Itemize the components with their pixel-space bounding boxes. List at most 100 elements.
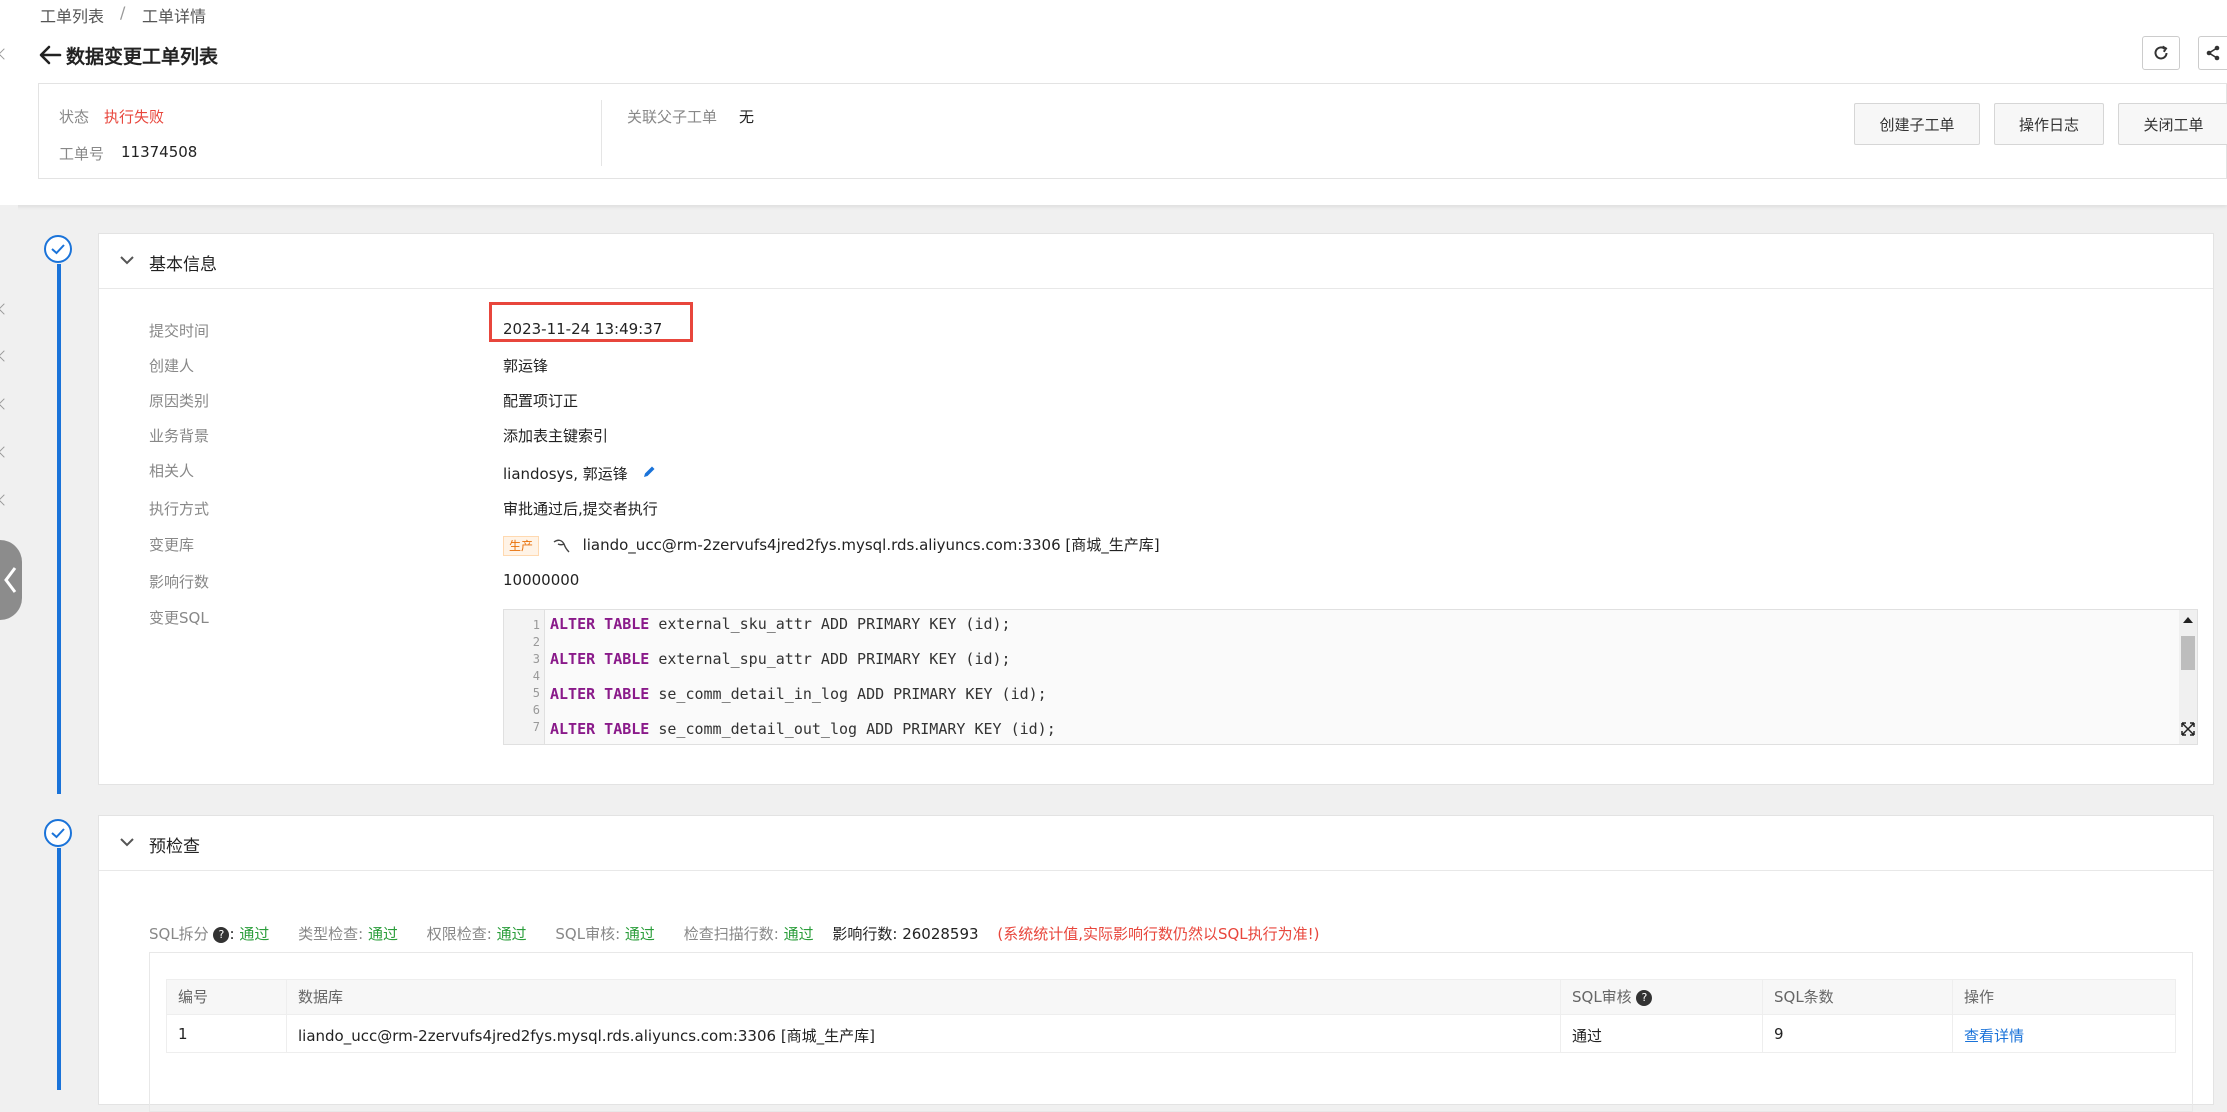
ticket-number-label: 工单号	[59, 145, 105, 163]
back-arrow-icon[interactable]	[38, 44, 62, 66]
creator-label: 创建人	[149, 357, 195, 375]
dolphin-db-icon	[553, 539, 570, 552]
expand-icon[interactable]	[2179, 720, 2197, 738]
page-header: 工单列表 / 工单详情 数据变更工单列表 状态 执行失败 工单号 1137450…	[0, 0, 2227, 205]
sql-keyword: ALTER TABLE	[550, 685, 650, 703]
breadcrumb-separator: /	[120, 3, 126, 22]
permission-check: 权限检查: 通过	[427, 925, 532, 943]
sql-review-value: 通过	[624, 925, 655, 943]
sql-text: external_sku_attr ADD PRIMARY KEY (id);	[649, 615, 1011, 633]
chevron-left-icon	[4, 567, 17, 593]
refresh-button[interactable]	[2142, 36, 2180, 70]
line-number: 5	[532, 686, 540, 700]
ticket-number-value: 11374508	[121, 143, 198, 161]
basic-info-title: 基本信息	[149, 255, 217, 275]
line-number: 4	[532, 669, 540, 683]
help-icon[interactable]: ?	[1636, 989, 1653, 1006]
operation-log-button[interactable]: 操作日志	[1994, 103, 2104, 145]
chevron-down-icon[interactable]	[119, 254, 135, 266]
refresh-icon	[2154, 45, 2168, 60]
permission-check-label: 权限检查:	[426, 925, 492, 943]
column-divider	[1762, 979, 1763, 1053]
col-header-num: 编号	[178, 988, 209, 1006]
related-people-value: liandosys, 郭运锋	[503, 463, 657, 484]
basic-info-header[interactable]: 基本信息	[99, 234, 2213, 289]
sql-split-value: 通过	[239, 925, 270, 943]
ticket-summary: 状态 执行失败 工单号 11374508 关联父子工单 无 创建子工单 操作日志…	[38, 83, 2227, 179]
sql-line: ALTER TABLE se_comm_detail_in_log ADD PR…	[550, 685, 1047, 703]
submit-time-value: 2023-11-24 13:49:37	[503, 320, 663, 338]
col-header-review: SQL审核 ?	[1572, 986, 1653, 1007]
line-number: 7	[532, 720, 540, 734]
precheck-summary-row: SQL拆分 ?: 通过 类型检查: 通过 权限检查: 通过 SQL审核: 通过 …	[149, 923, 1320, 944]
sidebar-toggle-tab[interactable]	[0, 540, 22, 620]
sql-split-label: SQL拆分	[149, 925, 209, 943]
breadcrumb-ticket-list[interactable]: 工单列表	[40, 3, 104, 27]
affect-rows-label: 影响行数:	[832, 925, 898, 943]
affected-rows-value: 10000000	[503, 571, 580, 589]
code-scrollbar[interactable]	[2179, 610, 2197, 744]
cell-num: 1	[178, 1025, 188, 1043]
precheck-table-container: 编号 数据库 SQL审核 ? SQL条数 操作 1 liando_ucc@rm-…	[149, 952, 2193, 1112]
create-child-ticket-button[interactable]: 创建子工单	[1854, 103, 1980, 145]
type-check: 类型检查: 通过	[298, 925, 403, 943]
status-label: 状态	[59, 108, 90, 126]
affected-rows-label: 影响行数	[149, 573, 210, 591]
creator-value: 郭运锋	[503, 357, 549, 375]
cell-review: 通过	[1572, 1027, 1603, 1045]
col-header-op: 操作	[1964, 988, 1995, 1006]
line-number: 1	[532, 618, 540, 632]
sql-code-editor[interactable]: 1 2 3 4 5 6 7 ALTER TABLE external_sku_a…	[503, 609, 2198, 745]
sql-text: external_spu_attr ADD PRIMARY KEY (id);	[649, 650, 1011, 668]
affect-rows-note: (系统统计值,实际影响行数仍然以SQL执行为准!)	[997, 925, 1320, 943]
change-sql-label: 变更SQL	[149, 609, 209, 627]
db-connection-text: liando_ucc@rm-2zervufs4jred2fys.mysql.rd…	[582, 536, 1160, 554]
basic-info-card: 基本信息 提交时间 2023-11-24 13:49:37 创建人 郭运锋 原因…	[98, 233, 2214, 785]
cell-count: 9	[1774, 1025, 1784, 1043]
help-icon[interactable]: ?	[213, 926, 230, 943]
sql-review-label: SQL审核:	[555, 925, 621, 943]
chevron-down-icon[interactable]	[119, 836, 135, 848]
sql-line: ALTER TABLE external_sku_attr ADD PRIMAR…	[550, 615, 1011, 633]
submit-time-label: 提交时间	[149, 322, 210, 340]
edit-pencil-icon[interactable]	[641, 464, 657, 480]
scroll-up-icon[interactable]	[2179, 613, 2197, 627]
sql-line: ALTER TABLE external_spu_attr ADD PRIMAR…	[550, 650, 1011, 668]
db-value-row: 生产 liando_ucc@rm-2zervufs4jred2fys.mysql…	[503, 534, 1160, 556]
affect-rows-value: 26028593	[902, 925, 979, 943]
sql-split-check: SQL拆分 ?: 通过	[149, 925, 270, 943]
affect-rows-info: 影响行数: 26028593	[832, 925, 983, 943]
reason-label: 原因类别	[149, 392, 210, 410]
step-complete-icon	[44, 235, 72, 263]
share-icon	[2206, 45, 2220, 61]
precheck-header[interactable]: 预检查	[99, 816, 2213, 871]
precheck-card: 预检查 SQL拆分 ?: 通过 类型检查: 通过 权限检查: 通过 SQL审核:…	[98, 815, 2214, 1112]
scan-rows-label: 检查扫描行数:	[683, 925, 779, 943]
exec-mode-label: 执行方式	[149, 500, 210, 518]
breadcrumb-ticket-detail: 工单详情	[142, 7, 207, 26]
permission-check-value: 通过	[496, 925, 527, 943]
share-button[interactable]	[2198, 36, 2227, 70]
line-number: 2	[532, 635, 540, 649]
sql-keyword: ALTER TABLE	[550, 615, 650, 633]
db-label: 变更库	[149, 536, 195, 554]
type-check-value: 通过	[367, 925, 398, 943]
reason-value: 配置项订正	[503, 392, 579, 410]
summary-divider	[601, 100, 602, 166]
close-ticket-button[interactable]: 关闭工单	[2118, 103, 2227, 145]
scroll-thumb[interactable]	[2181, 636, 2195, 670]
col-header-count: SQL条数	[1774, 988, 1834, 1006]
sql-text: se_comm_detail_out_log ADD PRIMARY KEY (…	[649, 720, 1056, 738]
related-tickets-label: 关联父子工单	[627, 108, 718, 126]
view-details-link[interactable]: 查看详情	[1964, 1025, 2024, 1046]
col-header-review-text: SQL审核	[1572, 988, 1632, 1006]
type-check-label: 类型检查:	[298, 925, 364, 943]
related-tickets-value: 无	[739, 108, 755, 126]
sql-line: ALTER TABLE se_comm_detail_out_log ADD P…	[550, 720, 1056, 738]
precheck-title: 预检查	[149, 837, 200, 857]
column-divider	[1560, 979, 1561, 1053]
scan-rows-check: 检查扫描行数: 通过	[684, 925, 819, 943]
line-number: 6	[532, 703, 540, 717]
scan-rows-value: 通过	[783, 925, 814, 943]
line-number: 3	[532, 652, 540, 666]
